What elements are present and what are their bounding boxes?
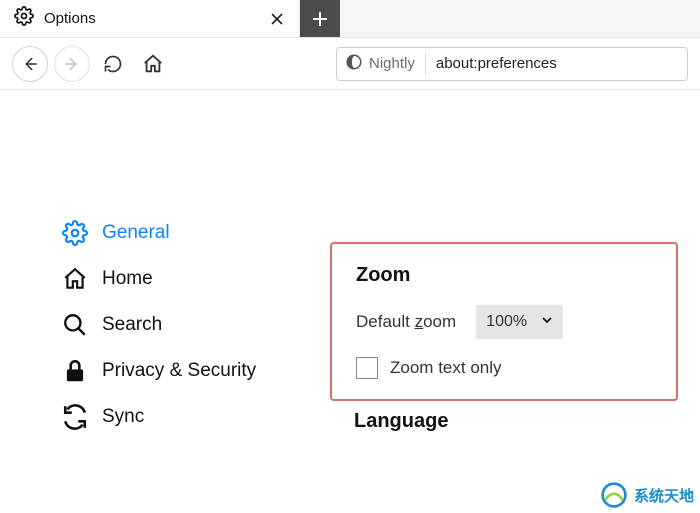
search-icon [62, 312, 88, 338]
gear-icon [62, 220, 88, 246]
default-zoom-select[interactable]: 100% [476, 305, 563, 339]
identity-label: Nightly [369, 55, 415, 72]
gear-icon [14, 6, 34, 31]
tab-strip: Options [0, 0, 700, 38]
chevron-down-icon [541, 313, 553, 331]
sidebar-item-search[interactable]: Search [54, 302, 330, 348]
zoom-text-only-checkbox[interactable] [356, 357, 378, 379]
preferences-content: General Home Search Privacy & Security [0, 90, 700, 513]
sidebar-item-home[interactable]: Home [54, 256, 330, 302]
default-zoom-label: Default zoom [356, 312, 456, 332]
sidebar-item-label: Home [102, 268, 153, 290]
lock-icon [62, 358, 88, 384]
home-icon [62, 266, 88, 292]
close-icon[interactable] [269, 11, 285, 27]
nightly-icon [345, 53, 363, 75]
url-bar[interactable]: Nightly [336, 47, 688, 81]
sidebar-item-general[interactable]: General [54, 210, 330, 256]
zoom-text-only-label: Zoom text only [390, 358, 502, 378]
preferences-sidebar: General Home Search Privacy & Security [0, 90, 330, 513]
home-button[interactable] [136, 47, 170, 81]
zoom-heading: Zoom [356, 264, 652, 287]
watermark-text: 系统天地 [634, 485, 694, 506]
identity-box[interactable]: Nightly [345, 53, 426, 75]
navigation-toolbar: Nightly [0, 38, 700, 90]
back-button[interactable] [12, 46, 48, 82]
tab-title: Options [44, 10, 96, 27]
sync-icon [62, 404, 88, 430]
sidebar-item-label: Sync [102, 406, 144, 428]
default-zoom-value: 100% [486, 313, 527, 331]
sidebar-item-label: General [102, 222, 170, 244]
url-input[interactable] [436, 55, 679, 72]
sidebar-item-label: Privacy & Security [102, 360, 256, 382]
globe-icon [600, 481, 628, 509]
new-tab-button[interactable] [300, 0, 340, 37]
preferences-main: Zoom Default zoom 100% Zoom text only La… [330, 90, 700, 513]
sidebar-item-label: Search [102, 314, 162, 336]
language-heading: Language [354, 410, 448, 433]
reload-button[interactable] [96, 47, 130, 81]
forward-button[interactable] [54, 46, 90, 82]
zoom-section: Zoom Default zoom 100% Zoom text only [330, 242, 678, 401]
tab-options[interactable]: Options [0, 0, 300, 37]
watermark: 系统天地 [600, 481, 694, 509]
sidebar-item-sync[interactable]: Sync [54, 394, 330, 440]
sidebar-item-privacy[interactable]: Privacy & Security [54, 348, 330, 394]
